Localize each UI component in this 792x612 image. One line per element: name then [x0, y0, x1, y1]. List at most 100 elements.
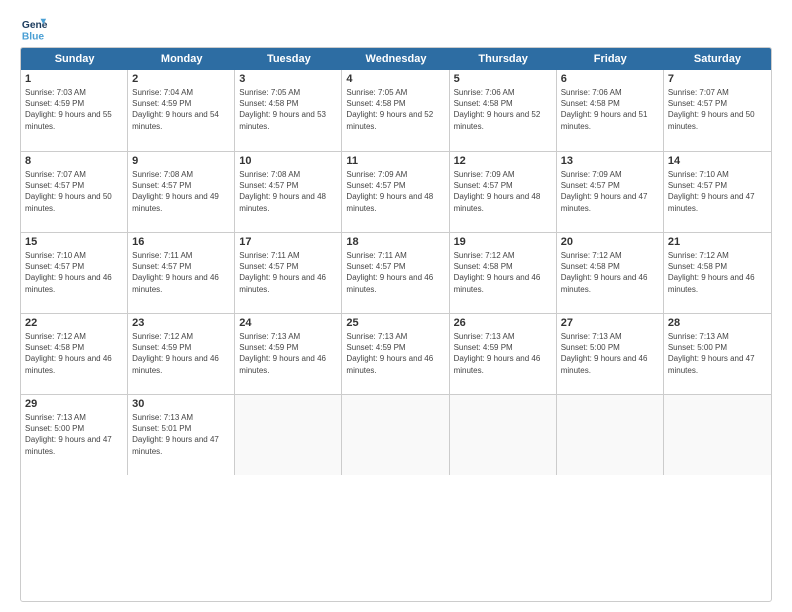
day-info: Sunrise: 7:12 AMSunset: 4:58 PMDaylight:…	[25, 331, 123, 376]
calendar-week-0: 1 Sunrise: 7:03 AMSunset: 4:59 PMDaylight…	[21, 70, 771, 151]
day-number: 22	[25, 317, 123, 329]
calendar-week-2: 15 Sunrise: 7:10 AMSunset: 4:57 PMDayligh…	[21, 232, 771, 313]
logo-icon: General Blue	[20, 15, 48, 43]
cal-cell-w4-d6	[664, 395, 771, 475]
day-header-tuesday: Tuesday	[235, 48, 342, 70]
day-info: Sunrise: 7:07 AMSunset: 4:57 PMDaylight:…	[668, 87, 767, 132]
day-info: Sunrise: 7:05 AMSunset: 4:58 PMDaylight:…	[239, 87, 337, 132]
calendar-week-4: 29 Sunrise: 7:13 AMSunset: 5:00 PMDayligh…	[21, 394, 771, 475]
day-number: 30	[132, 398, 230, 410]
calendar: SundayMondayTuesdayWednesdayThursdayFrid…	[20, 47, 772, 602]
day-number: 3	[239, 73, 337, 85]
day-header-monday: Monday	[128, 48, 235, 70]
day-info: Sunrise: 7:12 AMSunset: 4:58 PMDaylight:…	[668, 250, 767, 295]
cal-cell-w0-d3: 4 Sunrise: 7:05 AMSunset: 4:58 PMDaylight…	[342, 70, 449, 151]
cal-cell-w4-d4	[450, 395, 557, 475]
logo: General Blue	[20, 15, 52, 43]
day-info: Sunrise: 7:09 AMSunset: 4:57 PMDaylight:…	[561, 169, 659, 214]
day-number: 1	[25, 73, 123, 85]
cal-cell-w3-d5: 27 Sunrise: 7:13 AMSunset: 5:00 PMDayligh…	[557, 314, 664, 394]
day-number: 11	[346, 155, 444, 167]
day-number: 26	[454, 317, 552, 329]
cal-cell-w4-d2	[235, 395, 342, 475]
day-info: Sunrise: 7:08 AMSunset: 4:57 PMDaylight:…	[239, 169, 337, 214]
day-number: 24	[239, 317, 337, 329]
day-number: 20	[561, 236, 659, 248]
cal-cell-w2-d0: 15 Sunrise: 7:10 AMSunset: 4:57 PMDayligh…	[21, 233, 128, 313]
calendar-week-1: 8 Sunrise: 7:07 AMSunset: 4:57 PMDaylight…	[21, 151, 771, 232]
day-number: 19	[454, 236, 552, 248]
day-header-saturday: Saturday	[664, 48, 771, 70]
calendar-week-3: 22 Sunrise: 7:12 AMSunset: 4:58 PMDayligh…	[21, 313, 771, 394]
day-number: 13	[561, 155, 659, 167]
day-number: 7	[668, 73, 767, 85]
page: General Blue SundayMondayTuesdayWednesda…	[0, 0, 792, 612]
cal-cell-w2-d6: 21 Sunrise: 7:12 AMSunset: 4:58 PMDayligh…	[664, 233, 771, 313]
day-number: 12	[454, 155, 552, 167]
day-number: 21	[668, 236, 767, 248]
day-number: 5	[454, 73, 552, 85]
day-number: 15	[25, 236, 123, 248]
day-info: Sunrise: 7:12 AMSunset: 4:58 PMDaylight:…	[561, 250, 659, 295]
cal-cell-w4-d0: 29 Sunrise: 7:13 AMSunset: 5:00 PMDayligh…	[21, 395, 128, 475]
day-number: 8	[25, 155, 123, 167]
cal-cell-w0-d0: 1 Sunrise: 7:03 AMSunset: 4:59 PMDaylight…	[21, 70, 128, 151]
cal-cell-w0-d1: 2Sunrise: 7:04 AMSunset: 4:59 PMDaylight…	[128, 70, 235, 151]
cal-cell-w3-d0: 22 Sunrise: 7:12 AMSunset: 4:58 PMDayligh…	[21, 314, 128, 394]
day-info: Sunrise: 7:10 AMSunset: 4:57 PMDaylight:…	[25, 250, 123, 295]
cal-cell-w3-d6: 28 Sunrise: 7:13 AMSunset: 5:00 PMDayligh…	[664, 314, 771, 394]
day-info: Sunrise: 7:13 AMSunset: 4:59 PMDaylight:…	[346, 331, 444, 376]
day-info: Sunrise: 7:12 AMSunset: 4:59 PMDaylight:…	[132, 331, 230, 376]
cal-cell-w1-d6: 14 Sunrise: 7:10 AMSunset: 4:57 PMDayligh…	[664, 152, 771, 232]
day-number: 16	[132, 236, 230, 248]
day-info: Sunrise: 7:13 AMSunset: 5:00 PMDaylight:…	[25, 412, 123, 457]
cal-cell-w0-d6: 7 Sunrise: 7:07 AMSunset: 4:57 PMDaylight…	[664, 70, 771, 151]
day-number: 6	[561, 73, 659, 85]
day-number: 29	[25, 398, 123, 410]
cal-cell-w2-d5: 20 Sunrise: 7:12 AMSunset: 4:58 PMDayligh…	[557, 233, 664, 313]
day-info: Sunrise: 7:10 AMSunset: 4:57 PMDaylight:…	[668, 169, 767, 214]
day-info: Sunrise: 7:11 AMSunset: 4:57 PMDaylight:…	[346, 250, 444, 295]
day-info: Sunrise: 7:11 AMSunset: 4:57 PMDaylight:…	[239, 250, 337, 295]
cal-cell-w0-d5: 6Sunrise: 7:06 AMSunset: 4:58 PMDaylight…	[557, 70, 664, 151]
day-info: Sunrise: 7:06 AMSunset: 4:58 PMDaylight:…	[454, 87, 552, 132]
day-info: Sunrise: 7:09 AMSunset: 4:57 PMDaylight:…	[346, 169, 444, 214]
day-number: 17	[239, 236, 337, 248]
cal-cell-w2-d1: 16 Sunrise: 7:11 AMSunset: 4:57 PMDayligh…	[128, 233, 235, 313]
day-header-wednesday: Wednesday	[342, 48, 449, 70]
cal-cell-w0-d4: 5 Sunrise: 7:06 AMSunset: 4:58 PMDaylight…	[450, 70, 557, 151]
day-info: Sunrise: 7:05 AMSunset: 4:58 PMDaylight:…	[346, 87, 444, 132]
day-info: Sunrise: 7:13 AMSunset: 4:59 PMDaylight:…	[239, 331, 337, 376]
day-info: Sunrise: 7:13 AMSunset: 5:01 PMDaylight:…	[132, 412, 230, 457]
cal-cell-w3-d1: 23 Sunrise: 7:12 AMSunset: 4:59 PMDayligh…	[128, 314, 235, 394]
day-info: Sunrise: 7:13 AMSunset: 5:00 PMDaylight:…	[668, 331, 767, 376]
day-info: Sunrise: 7:13 AMSunset: 5:00 PMDaylight:…	[561, 331, 659, 376]
day-number: 27	[561, 317, 659, 329]
day-number: 23	[132, 317, 230, 329]
cal-cell-w1-d1: 9Sunrise: 7:08 AMSunset: 4:57 PMDaylight…	[128, 152, 235, 232]
day-header-friday: Friday	[557, 48, 664, 70]
day-number: 14	[668, 155, 767, 167]
day-info: Sunrise: 7:03 AMSunset: 4:59 PMDaylight:…	[25, 87, 123, 132]
cal-cell-w1-d3: 11 Sunrise: 7:09 AMSunset: 4:57 PMDayligh…	[342, 152, 449, 232]
day-number: 4	[346, 73, 444, 85]
day-info: Sunrise: 7:13 AMSunset: 4:59 PMDaylight:…	[454, 331, 552, 376]
day-header-sunday: Sunday	[21, 48, 128, 70]
day-number: 28	[668, 317, 767, 329]
day-info: Sunrise: 7:09 AMSunset: 4:57 PMDaylight:…	[454, 169, 552, 214]
day-header-thursday: Thursday	[450, 48, 557, 70]
day-number: 10	[239, 155, 337, 167]
cal-cell-w3-d2: 24 Sunrise: 7:13 AMSunset: 4:59 PMDayligh…	[235, 314, 342, 394]
calendar-header: SundayMondayTuesdayWednesdayThursdayFrid…	[21, 48, 771, 70]
cal-cell-w1-d2: 10 Sunrise: 7:08 AMSunset: 4:57 PMDayligh…	[235, 152, 342, 232]
cal-cell-w4-d5	[557, 395, 664, 475]
cal-cell-w2-d3: 18 Sunrise: 7:11 AMSunset: 4:57 PMDayligh…	[342, 233, 449, 313]
day-number: 25	[346, 317, 444, 329]
day-info: Sunrise: 7:11 AMSunset: 4:57 PMDaylight:…	[132, 250, 230, 295]
svg-text:Blue: Blue	[22, 31, 45, 42]
day-number: 2	[132, 73, 230, 85]
cal-cell-w1-d5: 13 Sunrise: 7:09 AMSunset: 4:57 PMDayligh…	[557, 152, 664, 232]
cal-cell-w1-d4: 12 Sunrise: 7:09 AMSunset: 4:57 PMDayligh…	[450, 152, 557, 232]
day-info: Sunrise: 7:07 AMSunset: 4:57 PMDaylight:…	[25, 169, 123, 214]
day-number: 18	[346, 236, 444, 248]
